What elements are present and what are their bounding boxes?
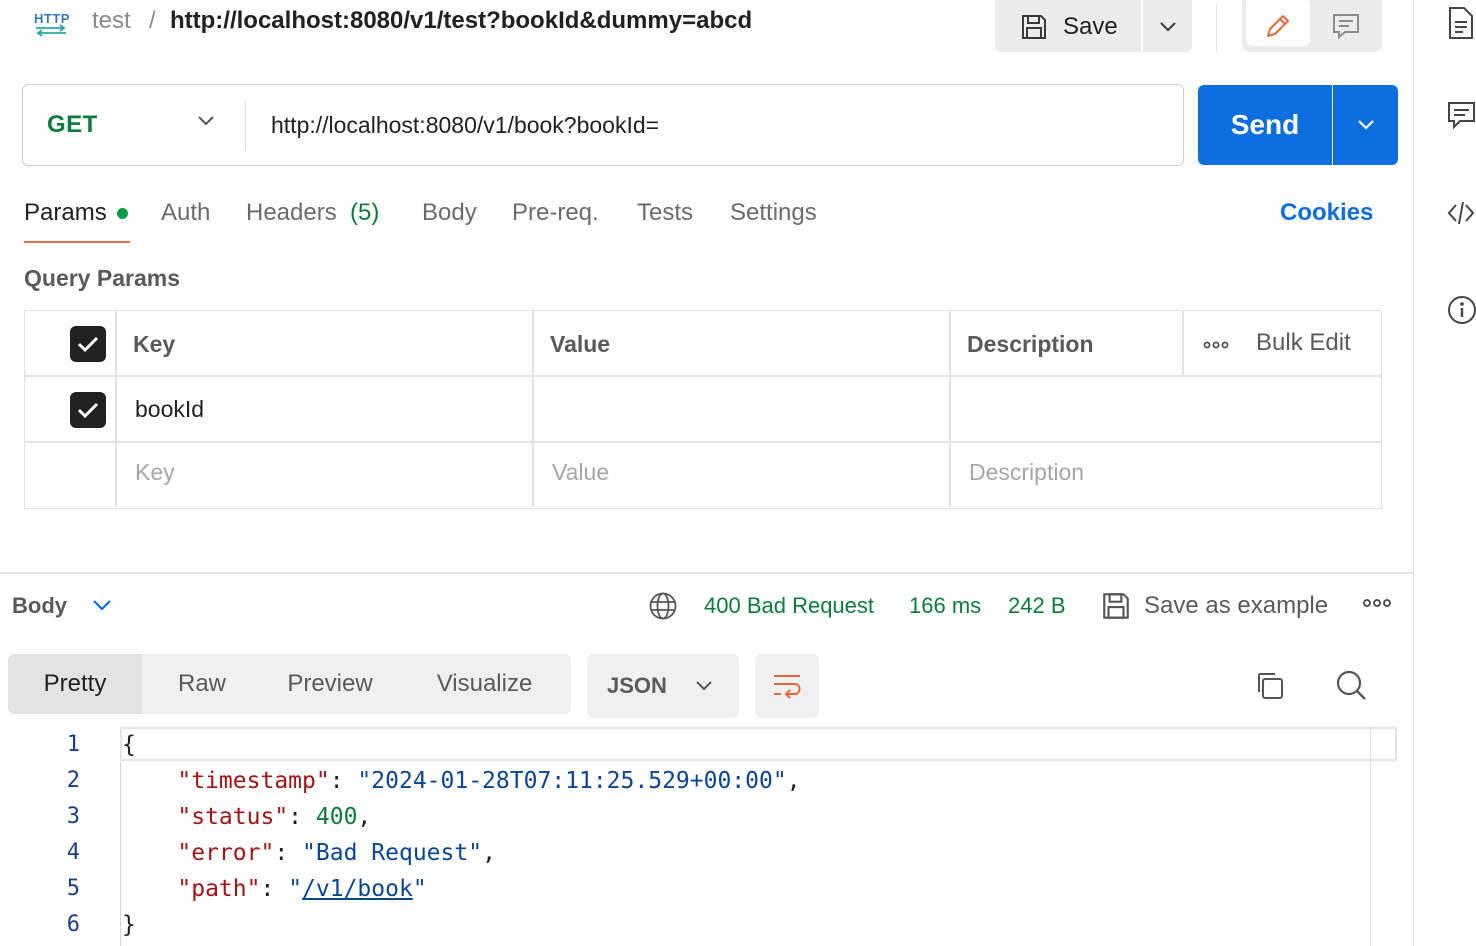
edit-mode-button[interactable] — [1246, 0, 1310, 46]
view-tab-preview[interactable]: Preview — [262, 654, 398, 714]
response-section-label[interactable]: Body — [12, 592, 67, 620]
comment-icon — [1331, 11, 1361, 41]
save-button[interactable]: Save — [995, 0, 1141, 52]
wrap-lines-icon — [771, 672, 803, 700]
search-icon[interactable] — [1334, 668, 1368, 702]
checkmark-icon — [77, 335, 99, 353]
chevron-down-icon — [695, 680, 713, 692]
save-as-example-button[interactable]: Save as example — [1144, 592, 1328, 620]
tab-tests[interactable]: Tests — [637, 198, 693, 228]
method-divider — [245, 101, 246, 149]
code-line-open-brace[interactable]: { — [122, 727, 136, 763]
query-params-heading: Query Params — [24, 265, 180, 291]
status-badge[interactable]: 400 Bad Request — [704, 592, 874, 620]
breadcrumb-collection[interactable]: test — [92, 6, 131, 36]
format-label: JSON — [607, 673, 667, 698]
pencil-icon — [1263, 11, 1293, 41]
param-value-cell[interactable] — [552, 394, 932, 424]
chevron-down-icon — [1357, 119, 1375, 131]
line-number: 1 — [66, 732, 80, 757]
method-label: GET — [47, 110, 98, 138]
method-select[interactable]: GET — [23, 85, 245, 164]
code-line-status[interactable]: "status": 400, — [122, 799, 371, 835]
info-icon[interactable] — [1446, 294, 1476, 324]
line-number: 4 — [66, 840, 80, 865]
params-active-dot — [117, 208, 128, 219]
more-options-icon[interactable] — [1362, 598, 1392, 608]
comment-mode-button[interactable] — [1314, 0, 1378, 46]
view-tab-visualize[interactable]: Visualize — [398, 654, 571, 714]
checkmark-icon — [77, 401, 99, 419]
save-options-button[interactable] — [1143, 0, 1192, 52]
new-param-value-input[interactable]: Value — [552, 457, 609, 487]
more-options-icon[interactable] — [1203, 341, 1229, 349]
param-key-cell[interactable]: bookId — [135, 394, 204, 424]
http-request-icon: HTTP — [32, 6, 70, 38]
view-tab-raw[interactable]: Raw — [142, 654, 262, 714]
svg-text:HTTP: HTTP — [34, 11, 70, 26]
url-input[interactable] — [271, 105, 1151, 145]
response-format-select[interactable]: JSON — [587, 654, 739, 718]
save-label: Save — [1063, 13, 1118, 40]
tab-params[interactable]: Params — [24, 198, 107, 228]
tab-headers[interactable]: Headers — [246, 198, 337, 228]
save-icon[interactable] — [1100, 590, 1132, 622]
chevron-down-icon — [197, 115, 215, 127]
json-value-path-link[interactable]: /v1/book — [302, 876, 413, 902]
new-param-description-input[interactable]: Description — [969, 457, 1084, 487]
mode-toggle[interactable] — [1242, 0, 1382, 52]
param-enabled-checkbox[interactable] — [70, 392, 106, 428]
line-number: 2 — [66, 768, 80, 793]
tab-auth[interactable]: Auth — [161, 198, 210, 228]
chevron-down-icon — [1159, 21, 1177, 33]
chevron-down-icon[interactable] — [92, 598, 112, 612]
cookies-link[interactable]: Cookies — [1280, 198, 1373, 228]
code-line-path[interactable]: "path": "/v1/book" — [122, 871, 426, 907]
header-divider — [1216, 4, 1217, 52]
tab-settings[interactable]: Settings — [730, 198, 817, 228]
line-number: 3 — [66, 804, 80, 829]
globe-icon[interactable] — [648, 591, 678, 621]
param-description-cell[interactable] — [969, 394, 1349, 424]
code-snippet-icon[interactable] — [1446, 198, 1476, 228]
request-title[interactable]: http://localhost:8080/v1/test?bookId&dum… — [170, 6, 752, 36]
line-number: 6 — [66, 912, 80, 937]
wrap-lines-button[interactable] — [755, 654, 819, 718]
code-line-error[interactable]: "error": "Bad Request", — [122, 835, 496, 871]
indent-guide — [120, 762, 121, 946]
active-line-highlight — [120, 727, 1397, 761]
send-button[interactable]: Send — [1198, 85, 1332, 165]
query-params-table: Key Value Description Bulk Edit bookId K… — [24, 310, 1382, 509]
json-value-timestamp: 2024-01-28T07:11:25.529+00:00 — [371, 768, 773, 794]
tab-prereq[interactable]: Pre-req. — [512, 198, 599, 228]
save-icon — [1019, 12, 1049, 42]
select-all-checkbox[interactable] — [70, 326, 106, 362]
response-time[interactable]: 166 ms — [909, 592, 981, 620]
code-line-close-brace[interactable]: } — [122, 907, 136, 943]
new-param-key-input[interactable]: Key — [135, 457, 175, 487]
code-scroll-edge — [1370, 726, 1371, 946]
column-header-key: Key — [133, 331, 176, 357]
json-value-status: 400 — [315, 804, 358, 830]
breadcrumb-separator: / — [149, 7, 156, 34]
response-size[interactable]: 242 B — [1008, 592, 1066, 620]
bulk-edit-button[interactable]: Bulk Edit — [1256, 328, 1351, 358]
right-sidebar — [1413, 0, 1476, 946]
send-options-button[interactable] — [1333, 85, 1398, 165]
column-header-description: Description — [967, 331, 1094, 357]
column-header-value: Value — [550, 331, 611, 357]
response-view-tabs: Pretty Raw Preview Visualize — [8, 654, 571, 714]
copy-icon[interactable] — [1254, 670, 1286, 702]
active-tab-underline — [24, 241, 130, 243]
view-tab-pretty[interactable]: Pretty — [8, 654, 142, 714]
tab-body[interactable]: Body — [422, 198, 477, 228]
tab-headers-count: (5) — [350, 199, 380, 226]
code-line-timestamp[interactable]: "timestamp": "2024-01-28T07:11:25.529+00… — [122, 763, 800, 799]
line-number: 5 — [66, 876, 80, 901]
json-value-error: Bad Request — [315, 840, 469, 866]
request-url-bar: GET — [22, 84, 1184, 166]
comments-icon[interactable] — [1446, 100, 1476, 130]
documentation-icon[interactable] — [1446, 6, 1476, 39]
response-divider[interactable] — [0, 572, 1413, 574]
